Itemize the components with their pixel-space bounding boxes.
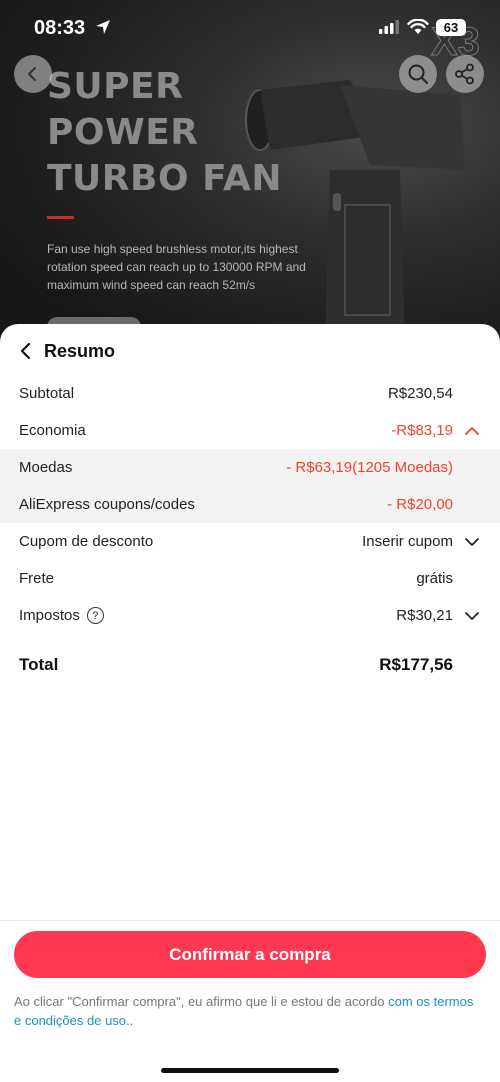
summary-header: Resumo [18,340,115,362]
wifi-icon [407,19,429,34]
status-time: 08:33 [34,17,86,39]
frete-row: Frete grátis [0,560,500,597]
impostos-label-wrap: Impostos? [19,607,104,625]
chevron-down-icon[interactable] [464,534,480,550]
moedas-row: Moedas - R$63,19(1205 Moedas) [0,449,500,486]
coupons-label: AliExpress coupons/codes [19,496,195,513]
economia-value: -R$83,19 [391,422,453,439]
subtotal-label: Subtotal [19,385,75,402]
economia-row[interactable]: Economia -R$83,19 [0,412,500,449]
impostos-row[interactable]: Impostos? R$30,21 [0,597,500,634]
frete-value: grátis [416,570,453,587]
moedas-value: - R$63,19(1205 Moedas) [286,459,453,476]
terms-text: Ao clicar "Confirmar compra", eu afirmo … [14,994,389,1009]
turbo-fan-image [245,80,465,345]
chevron-left-icon [28,67,36,81]
footer-divider [0,920,500,921]
share-button[interactable] [446,55,484,93]
battery-indicator: 63 [436,19,466,36]
frete-label: Frete [19,570,55,587]
impostos-value: R$30,21 [396,607,453,624]
subtotal-row: Subtotal R$230,54 [0,375,500,412]
subtotal-value: R$230,54 [387,385,453,402]
share-icon [455,63,474,85]
cupom-value[interactable]: Inserir cupom [362,533,453,550]
search-button[interactable] [399,55,437,93]
economia-label: Economia [19,422,86,439]
cupom-row[interactable]: Cupom de desconto Inserir cupom [0,523,500,560]
chevron-down-icon[interactable] [464,608,480,624]
chevron-up-icon[interactable] [464,423,480,439]
question-circle-icon[interactable]: ? [86,607,104,625]
status-bar: 08:33 63 [0,0,500,56]
total-row: Total R$177,56 [0,650,500,680]
coupons-value: - R$20,00 [387,496,453,513]
search-icon [408,64,428,84]
summary-sheet: Resumo Subtotal R$230,54 Economia -R$83,… [0,324,500,1082]
location-arrow-icon [96,20,110,34]
confirm-purchase-button[interactable]: Confirmar a compra [14,931,486,978]
total-value: R$177,56 [379,655,453,674]
hero-accent-line [47,216,74,219]
hero-back-button[interactable] [14,55,52,93]
terms-notice: Ao clicar "Confirmar compra", eu afirmo … [14,992,484,1030]
summary-title: Resumo [44,340,116,361]
signal-icon [379,20,399,34]
impostos-label: Impostos [19,606,80,624]
total-label: Total [19,655,59,674]
cupom-label: Cupom de desconto [19,533,154,550]
home-indicator[interactable] [161,1068,339,1073]
chevron-left-icon[interactable] [18,342,34,360]
coupons-row: AliExpress coupons/codes - R$20,00 [0,486,500,523]
moedas-label: Moedas [19,459,73,476]
